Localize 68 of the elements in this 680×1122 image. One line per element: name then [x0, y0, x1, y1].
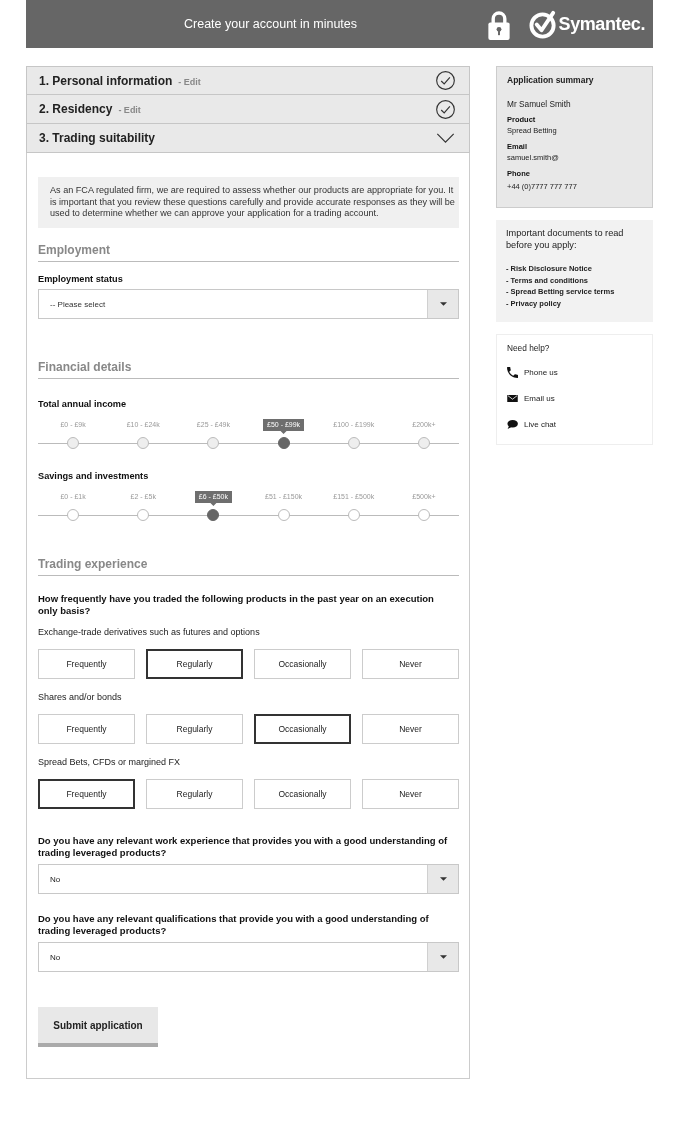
product-label: Shares and/or bonds	[38, 691, 123, 704]
dropdown-button[interactable]	[427, 290, 458, 319]
help-title: Need help?	[507, 342, 551, 354]
chevron-down-icon[interactable]	[436, 133, 455, 143]
step-title: 2. Residency	[39, 102, 113, 116]
product-label: Spread Bets, CFDs or margined FX	[38, 756, 182, 769]
option-button[interactable]: Frequently	[38, 714, 135, 745]
phone-icon	[507, 367, 518, 379]
field-label: Savings and investments	[38, 470, 150, 483]
option-button[interactable]: Never	[362, 714, 459, 745]
slider-dot-icon[interactable]	[277, 509, 290, 522]
option-button[interactable]: Frequently	[38, 649, 135, 680]
checkmark-circle-icon	[528, 9, 558, 39]
option-button[interactable]: Regularly	[146, 779, 243, 810]
step-title: 1. Personal information	[39, 73, 173, 88]
slider-dot-icon[interactable]	[137, 509, 150, 522]
option-button[interactable]: Never	[362, 649, 459, 680]
documents-intro: Important documents to read before you apply:	[506, 227, 625, 251]
brand-name: Symantec.	[558, 13, 645, 35]
option-button[interactable]: Occasionally	[254, 779, 351, 810]
section-heading: Employment	[38, 242, 111, 259]
summary-title: Application summary	[507, 75, 595, 86]
dropdown-button[interactable]	[427, 865, 458, 894]
slider-dot-icon[interactable]	[137, 437, 150, 450]
field-label: Employment status	[38, 273, 124, 286]
question-text: Do you have any relevant qualifications that provide you with a good understanding of trading leveraged products?	[38, 913, 430, 938]
padlock-icon	[487, 10, 510, 40]
select-field[interactable]: -- Please select	[38, 289, 459, 320]
slider-dot-icon[interactable]	[67, 509, 80, 522]
contact-link[interactable]: Email us	[524, 394, 555, 404]
slider-dot-icon[interactable]	[67, 437, 80, 450]
caret-down-icon	[439, 877, 447, 882]
slider-dot-icon[interactable]	[207, 437, 220, 450]
option-button[interactable]: Occasionally	[254, 714, 351, 745]
slider-dot-icon[interactable]	[277, 437, 290, 450]
section-heading: Trading experience	[38, 556, 149, 573]
step-header[interactable]: 1. Personal information - Edit	[26, 66, 470, 95]
field-label: Total annual income	[38, 398, 128, 411]
step-header[interactable]: 2. Residency - Edit	[26, 95, 470, 124]
intro-text: As an FCA regulated firm, we are required to assess whether our products are appropriate for you. It is important that you review these questions carefully and provide accurate responses as they will be used to determine whether we can approve your application for a trading account.	[38, 177, 459, 229]
question-text: Do you have any relevant work experience that provides you with a good understanding of trading leveraged products?	[38, 835, 449, 860]
option-button[interactable]: Regularly	[146, 714, 243, 745]
envelope-icon	[507, 395, 518, 403]
dropdown-button[interactable]	[427, 943, 458, 972]
option-button[interactable]: Frequently	[38, 779, 135, 810]
select-field[interactable]: No	[38, 942, 459, 973]
submit-button[interactable]: Submit application	[38, 1007, 158, 1048]
section-heading: Financial details	[38, 359, 133, 376]
option-button[interactable]: Occasionally	[254, 649, 351, 680]
slider-dot-icon[interactable]	[417, 509, 430, 522]
slider-dot-icon[interactable]	[347, 437, 360, 450]
option-button[interactable]: Regularly	[146, 649, 243, 680]
select-field[interactable]: No	[38, 864, 459, 895]
header-title: Create your account in minutes	[184, 16, 357, 32]
question-text: How frequently have you traded the following products in the past year on an execution only basis?	[38, 593, 435, 618]
caret-down-icon	[439, 302, 447, 307]
speech-bubble-icon	[507, 420, 518, 430]
slider-dot-icon[interactable]	[207, 509, 220, 522]
step-header[interactable]: 3. Trading suitability	[26, 124, 470, 153]
product-label: Exchange-trade derivatives such as futures and options	[38, 626, 261, 639]
step-title: 3. Trading suitability	[39, 131, 156, 145]
option-button[interactable]: Never	[362, 779, 459, 810]
caret-down-icon	[439, 955, 447, 960]
customer-name: Mr Samuel Smith	[507, 99, 572, 110]
contact-link[interactable]: Live chat	[524, 420, 557, 430]
slider-dot-icon[interactable]	[417, 437, 430, 450]
slider-dot-icon[interactable]	[347, 509, 360, 522]
contact-link[interactable]: Phone us	[524, 368, 558, 378]
